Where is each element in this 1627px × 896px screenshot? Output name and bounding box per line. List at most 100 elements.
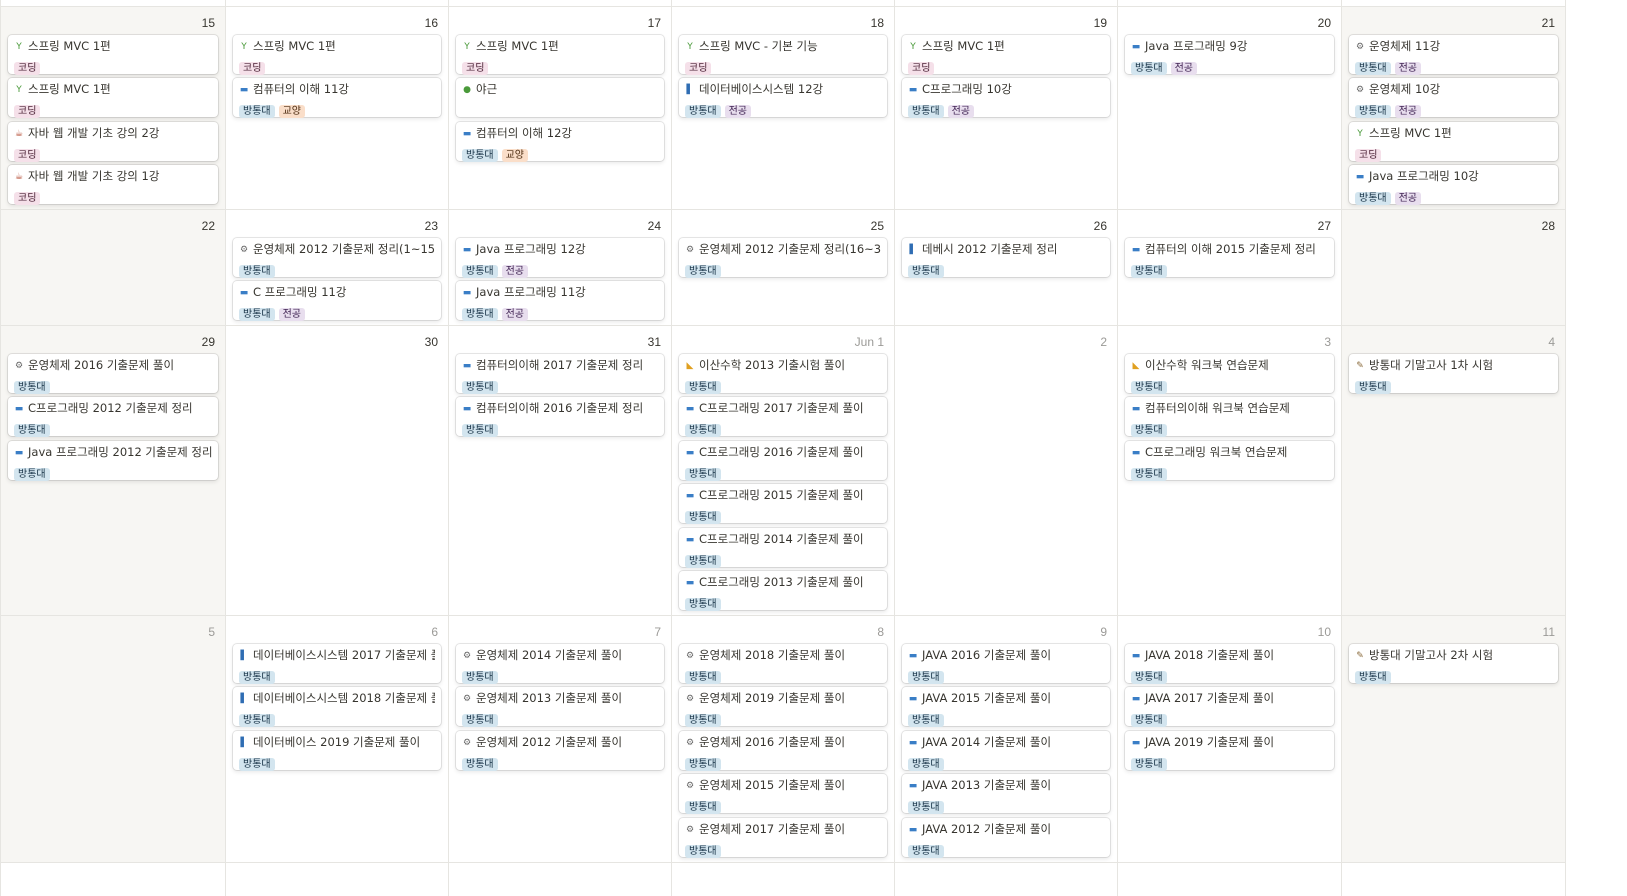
day-cell[interactable]: 16 Y 스프링 MVC 1편 코딩 ▬ 컴퓨터의 이해 11강 방통대 교양: [226, 7, 448, 209]
event-card[interactable]: ▬ C프로그래밍 워크북 연습문제 방통대: [1125, 440, 1334, 481]
event-title-text: 방통대 기말고사 2차 시험: [1369, 648, 1494, 662]
event-card[interactable]: Y 스프링 MVC 1편 코딩: [8, 78, 218, 119]
event-card[interactable]: Y 스프링 MVC 1편 코딩: [1349, 121, 1558, 162]
day-cell[interactable]: 19 Y 스프링 MVC 1편 코딩 ▬ C프로그래밍 10강 방통대 전공: [895, 7, 1117, 209]
event-card[interactable]: ☕ 자바 웹 개발 기초 강의 2강 코딩: [8, 121, 218, 162]
event-card[interactable]: ▬ 컴퓨터의 이해 11강 방통대 교양: [233, 78, 441, 119]
day-cell[interactable]: 26 ▌ 데베시 2012 기출문제 정리 방통대: [895, 210, 1117, 325]
event-card[interactable]: ▬ C프로그래밍 10강 방통대 전공: [902, 78, 1110, 119]
event-card[interactable]: ▬ C 프로그래밍 11강 방통대 전공: [233, 281, 441, 322]
event-card[interactable]: ▬ Java 프로그래밍 12강 방통대 전공: [456, 238, 664, 278]
day-cell[interactable]: 29 ⚙ 운영체제 2016 기출문제 풀이 방통대 ▬ C프로그래밍 2012 기출문제…: [1, 326, 225, 615]
event-card[interactable]: ⚙ 운영체제 2016 기출문제 풀이 방통대: [679, 730, 887, 771]
day-cell[interactable]: 5: [1, 616, 225, 862]
event-card[interactable]: ▬ C프로그래밍 2017 기출문제 풀이 방통대: [679, 397, 887, 438]
day-cell[interactable]: 25 ⚙ 운영체제 2012 기출문제 정리(16~35) 방통대: [672, 210, 894, 325]
event-card[interactable]: ⚙ 운영체제 2019 기출문제 풀이 방통대: [679, 687, 887, 728]
day-cell[interactable]: 9 ▬ JAVA 2016 기출문제 풀이 방통대 ▬ JAVA 2015 기출문제 풀이…: [895, 616, 1117, 862]
day-number: 23: [424, 219, 438, 233]
event-card[interactable]: ▬ JAVA 2014 기출문제 풀이 방통대: [902, 730, 1110, 771]
event-card[interactable]: ▌ 데베시 2012 기출문제 정리 방통대: [902, 238, 1110, 278]
laptop-icon: ▬: [239, 288, 249, 299]
day-number: 21: [1541, 16, 1555, 30]
day-cell[interactable]: 28: [1342, 210, 1565, 325]
event-card[interactable]: ⚙ 운영체제 2015 기출문제 풀이 방통대: [679, 774, 887, 815]
event-title-text: JAVA 2017 기출문제 풀이: [1145, 691, 1275, 706]
day-cell[interactable]: 24 ▬ Java 프로그래밍 12강 방통대 전공 ▬ Java 프로그래밍 11강 방통대…: [449, 210, 671, 325]
event-card[interactable]: ▬ 컴퓨터의이해 2017 기출문제 정리 방통대: [456, 354, 664, 394]
day-cell[interactable]: 21 ⚙ 운영체제 11강 방통대 전공 ⚙ 운영체제 10강 방통대 전공 Y 스프링 MVC 1…: [1342, 7, 1565, 209]
day-cell[interactable]: 18 Y 스프링 MVC - 기본 기능 코딩 ▌ 데이터베이스시스템 12강 방통대 전공: [672, 7, 894, 209]
day-cell[interactable]: 3 ◣ 이산수학 워크북 연습문제 방통대 ▬ 컴퓨터의이해 워크북 연습문제 방통대 ▬ C프…: [1118, 326, 1341, 615]
day-cell[interactable]: 22: [1, 210, 225, 325]
event-card[interactable]: Y 스프링 MVC - 기본 기능 코딩: [679, 35, 887, 75]
event-card[interactable]: ▬ JAVA 2018 기출문제 풀이 방통대: [1125, 644, 1334, 684]
event-card[interactable]: ▬ 컴퓨터의이해 2016 기출문제 정리 방통대: [456, 397, 664, 438]
event-card[interactable]: ▬ JAVA 2016 기출문제 풀이 방통대: [902, 644, 1110, 684]
event-card[interactable]: ▬ C프로그래밍 2012 기출문제 정리 방통대: [8, 397, 218, 438]
event-card[interactable]: ⚙ 운영체제 2014 기출문제 풀이 방통대: [456, 644, 664, 684]
laptop-icon: ▬: [1131, 737, 1141, 748]
day-cell[interactable]: 23 ⚙ 운영체제 2012 기출문제 정리(1~15) 방통대 ▬ C 프로그래밍 11…: [226, 210, 448, 325]
day-cell[interactable]: 20 ▬ Java 프로그래밍 9강 방통대 전공: [1118, 7, 1341, 209]
day-cell[interactable]: 4 ✎ 방통대 기말고사 1차 시험 방통대: [1342, 326, 1565, 615]
event-title-text: 운영체제 2014 기출문제 풀이: [476, 648, 623, 662]
event-title-text: 운영체제 2012 기출문제 풀이: [476, 734, 623, 749]
event-card[interactable]: ▌ 데이터베이스 2019 기출문제 풀이 방통대: [233, 730, 441, 771]
event-card[interactable]: ▌ 데이터베이스시스템 2017 기출문제 풀이 방통대: [233, 644, 441, 684]
day-cell[interactable]: Jun 1 ◣ 이산수학 2013 기출시험 풀이 방통대 ▬ C프로그래밍 2017 기…: [672, 326, 894, 615]
event-card[interactable]: ▬ 컴퓨터의 이해 12강 방통대 교양: [456, 121, 664, 162]
event-card[interactable]: ▬ JAVA 2017 기출문제 풀이 방통대: [1125, 687, 1334, 728]
event-tags: 방통대 전공: [908, 99, 978, 119]
event-card[interactable]: ✎ 방통대 기말고사 2차 시험 방통대: [1349, 644, 1558, 684]
day-cell[interactable]: 11 ✎ 방통대 기말고사 2차 시험 방통대: [1342, 616, 1565, 862]
event-card[interactable]: ⚙ 운영체제 2017 기출문제 풀이 방통대: [679, 817, 887, 858]
event-card[interactable]: ▬ Java 프로그래밍 11강 방통대 전공: [456, 281, 664, 322]
event-card[interactable]: ⚙ 운영체제 2016 기출문제 풀이 방통대: [8, 354, 218, 394]
event-card[interactable]: ⚙ 운영체제 10강 방통대 전공: [1349, 78, 1558, 119]
event-card[interactable]: ▬ Java 프로그래밍 9강 방통대 전공: [1125, 35, 1334, 75]
event-card[interactable]: ◣ 이산수학 2013 기출시험 풀이 방통대: [679, 354, 887, 394]
event-card[interactable]: ▬ Java 프로그래밍 10강 방통대 전공: [1349, 165, 1558, 206]
event-card[interactable]: ◣ 이산수학 워크북 연습문제 방통대: [1125, 354, 1334, 394]
event-card[interactable]: ☕ 자바 웹 개발 기초 강의 1강 코딩: [8, 165, 218, 206]
event-card[interactable]: ● 야근: [456, 78, 664, 118]
event-card[interactable]: ▬ JAVA 2013 기출문제 풀이 방통대: [902, 774, 1110, 815]
event-card[interactable]: ▌ 데이터베이스시스템 12강 방통대 전공: [679, 78, 887, 119]
event-card[interactable]: ⚙ 운영체제 11강 방통대 전공: [1349, 35, 1558, 75]
event-card[interactable]: ✎ 방통대 기말고사 1차 시험 방통대: [1349, 354, 1558, 394]
day-cell[interactable]: 15 Y 스프링 MVC 1편 코딩 Y 스프링 MVC 1편 코딩 ☕ 자바 웹 개발 기초 …: [1, 7, 225, 209]
event-card[interactable]: ▬ C프로그래밍 2016 기출문제 풀이 방통대: [679, 440, 887, 481]
event-card[interactable]: ▬ JAVA 2019 기출문제 풀이 방통대: [1125, 730, 1334, 771]
event-card[interactable]: ▬ C프로그래밍 2014 기출문제 풀이 방통대: [679, 527, 887, 568]
event-card[interactable]: Y 스프링 MVC 1편 코딩: [233, 35, 441, 75]
event-card[interactable]: ▬ 컴퓨터의 이해 2015 기출문제 정리 방통대: [1125, 238, 1334, 278]
event-card[interactable]: ⚙ 운영체제 2012 기출문제 정리(1~15) 방통대: [233, 238, 441, 278]
event-card[interactable]: ▬ Java 프로그래밍 2012 기출문제 정리 방통대: [8, 440, 218, 481]
event-card[interactable]: ⚙ 운영체제 2012 기출문제 정리(16~35) 방통대: [679, 238, 887, 278]
day-cell[interactable]: 10 ▬ JAVA 2018 기출문제 풀이 방통대 ▬ JAVA 2017 기출문제 풀…: [1118, 616, 1341, 862]
day-cell[interactable]: 6 ▌ 데이터베이스시스템 2017 기출문제 풀이 방통대 ▌ 데이터베이스시스템 20…: [226, 616, 448, 862]
event-card[interactable]: Y 스프링 MVC 1편 코딩: [8, 35, 218, 75]
day-cell[interactable]: 31 ▬ 컴퓨터의이해 2017 기출문제 정리 방통대 ▬ 컴퓨터의이해 2016 기출…: [449, 326, 671, 615]
day-cell[interactable]: 8 ⚙ 운영체제 2018 기출문제 풀이 방통대 ⚙ 운영체제 2019 기출문제 풀이…: [672, 616, 894, 862]
event-card[interactable]: ⚙ 운영체제 2018 기출문제 풀이 방통대: [679, 644, 887, 684]
day-cell[interactable]: 2: [895, 326, 1117, 615]
event-card[interactable]: ▌ 데이터베이스시스템 2018 기출문제 풀이 방통대: [233, 687, 441, 728]
event-title-text: 이산수학 2013 기출시험 풀이: [699, 358, 846, 372]
event-card[interactable]: Y 스프링 MVC 1편 코딩: [456, 35, 664, 75]
event-title-text: Java 프로그래밍 10강: [1369, 169, 1479, 184]
day-cell[interactable]: 7 ⚙ 운영체제 2014 기출문제 풀이 방통대 ⚙ 운영체제 2013 기출문제 풀이…: [449, 616, 671, 862]
event-card[interactable]: ▬ JAVA 2012 기출문제 풀이 방통대: [902, 817, 1110, 858]
event-card[interactable]: Y 스프링 MVC 1편 코딩: [902, 35, 1110, 75]
day-cell[interactable]: 27 ▬ 컴퓨터의 이해 2015 기출문제 정리 방통대: [1118, 210, 1341, 325]
event-card[interactable]: ▬ C프로그래밍 2013 기출문제 풀이 방통대: [679, 571, 887, 611]
event-card[interactable]: ⚙ 운영체제 2012 기출문제 풀이 방통대: [456, 730, 664, 771]
event-card[interactable]: ▬ 컴퓨터의이해 워크북 연습문제 방통대: [1125, 397, 1334, 438]
event-card[interactable]: ▬ C프로그래밍 2015 기출문제 풀이 방통대: [679, 484, 887, 525]
event-card[interactable]: ⚙ 운영체제 2013 기출문제 풀이 방통대: [456, 687, 664, 728]
day-cell[interactable]: 17 Y 스프링 MVC 1편 코딩 ● 야근 ▬ 컴퓨터의 이해 12강 방통대 교양: [449, 7, 671, 209]
day-cell[interactable]: 30: [226, 326, 448, 615]
laptop-icon: ▬: [1131, 42, 1141, 52]
event-card[interactable]: ▬ JAVA 2015 기출문제 풀이 방통대: [902, 687, 1110, 728]
